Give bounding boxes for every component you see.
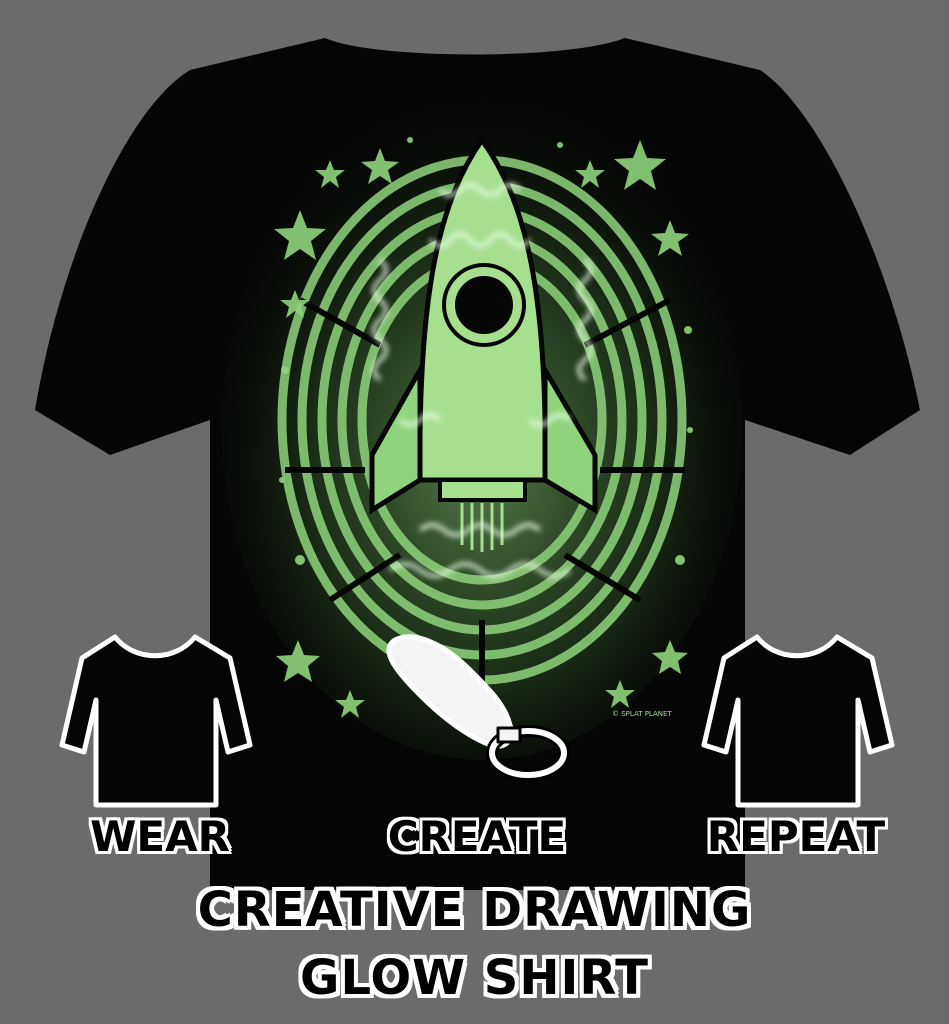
product-image: © SPLAT PLANET WEAR CREATE REPEAT CREATI… [0,0,949,1024]
create-label: CREATE [387,812,567,861]
glow-shirt-illustration [35,38,920,890]
copyright-mark: © SPLAT PLANET [612,710,672,718]
repeat-label: REPEAT [706,812,886,861]
headline-line-1: CREATIVE DRAWING [197,882,752,938]
headline-line-2: GLOW SHIRT [300,950,649,1006]
wear-label: WEAR [90,812,230,861]
